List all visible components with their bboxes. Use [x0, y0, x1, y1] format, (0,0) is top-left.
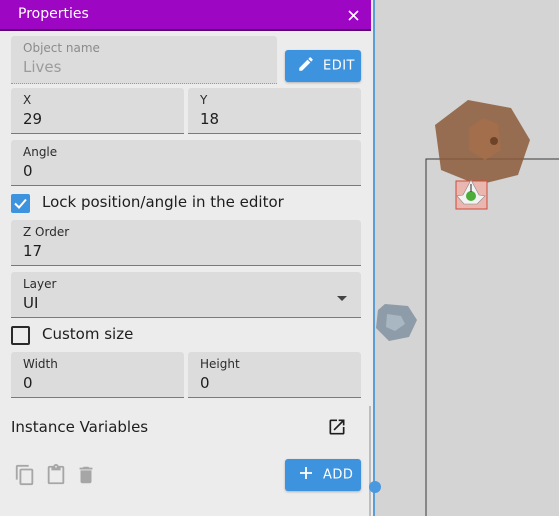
- brown-hexagon-dot: [490, 137, 498, 145]
- x-label: X: [23, 93, 32, 107]
- angle-field[interactable]: Angle 0: [11, 140, 361, 186]
- y-field[interactable]: Y 18: [188, 88, 361, 134]
- width-value: 0: [23, 374, 33, 392]
- object-name-label: Object name: [23, 41, 100, 55]
- layer-value: UI: [23, 294, 39, 312]
- angle-value: 0: [23, 162, 33, 180]
- open-in-new-icon[interactable]: [327, 417, 347, 437]
- resize-handle[interactable]: [369, 481, 381, 493]
- close-icon[interactable]: [348, 10, 359, 21]
- y-label: Y: [200, 93, 208, 107]
- height-value: 0: [200, 374, 210, 392]
- plus-icon: [298, 465, 314, 485]
- canvas-border: [373, 0, 375, 516]
- object-name-value: Lives: [23, 58, 62, 76]
- width-label: Width: [23, 357, 58, 371]
- add-button-label: ADD: [323, 467, 354, 483]
- x-field[interactable]: X 29: [11, 88, 184, 134]
- paste-icon[interactable]: [45, 464, 67, 486]
- custom-size-label: Custom size: [42, 325, 134, 343]
- angle-label: Angle: [23, 145, 58, 159]
- lock-checkbox-label: Lock position/angle in the editor: [42, 193, 284, 211]
- lock-checkbox[interactable]: [11, 194, 30, 213]
- custom-size-checkbox-row: Custom size: [11, 324, 351, 346]
- lock-checkbox-row: Lock position/angle in the editor: [11, 192, 351, 214]
- layer-select[interactable]: Layer UI: [11, 272, 361, 318]
- lives-object-center: [466, 191, 476, 201]
- z-order-value: 17: [23, 242, 43, 260]
- y-value: 18: [200, 110, 220, 128]
- game-viewport-outline: [425, 158, 559, 516]
- height-label: Height: [200, 357, 240, 371]
- delete-icon[interactable]: [75, 464, 97, 486]
- pencil-icon: [297, 55, 315, 77]
- instance-variables-title: Instance Variables: [11, 418, 149, 436]
- width-field[interactable]: Width 0: [11, 352, 184, 398]
- add-variable-button[interactable]: ADD: [285, 459, 361, 491]
- x-value: 29: [23, 110, 43, 128]
- layer-label: Layer: [23, 277, 57, 291]
- properties-panel: Properties Object name Lives EDIT X 29 Y…: [0, 0, 371, 516]
- scene-canvas[interactable]: [373, 0, 559, 516]
- object-name-field: Object name Lives: [11, 36, 277, 84]
- edit-button-label: EDIT: [323, 58, 355, 74]
- panel-titlebar: Properties: [0, 0, 371, 31]
- panel-title: Properties: [18, 6, 89, 22]
- copy-icon[interactable]: [14, 464, 36, 486]
- z-order-field[interactable]: Z Order 17: [11, 220, 361, 266]
- height-field[interactable]: Height 0: [188, 352, 361, 398]
- panel-scrollbar[interactable]: [369, 406, 371, 516]
- custom-size-checkbox[interactable]: [11, 326, 30, 345]
- edit-button[interactable]: EDIT: [285, 50, 361, 82]
- z-order-label: Z Order: [23, 225, 70, 239]
- chevron-down-icon: [337, 296, 347, 301]
